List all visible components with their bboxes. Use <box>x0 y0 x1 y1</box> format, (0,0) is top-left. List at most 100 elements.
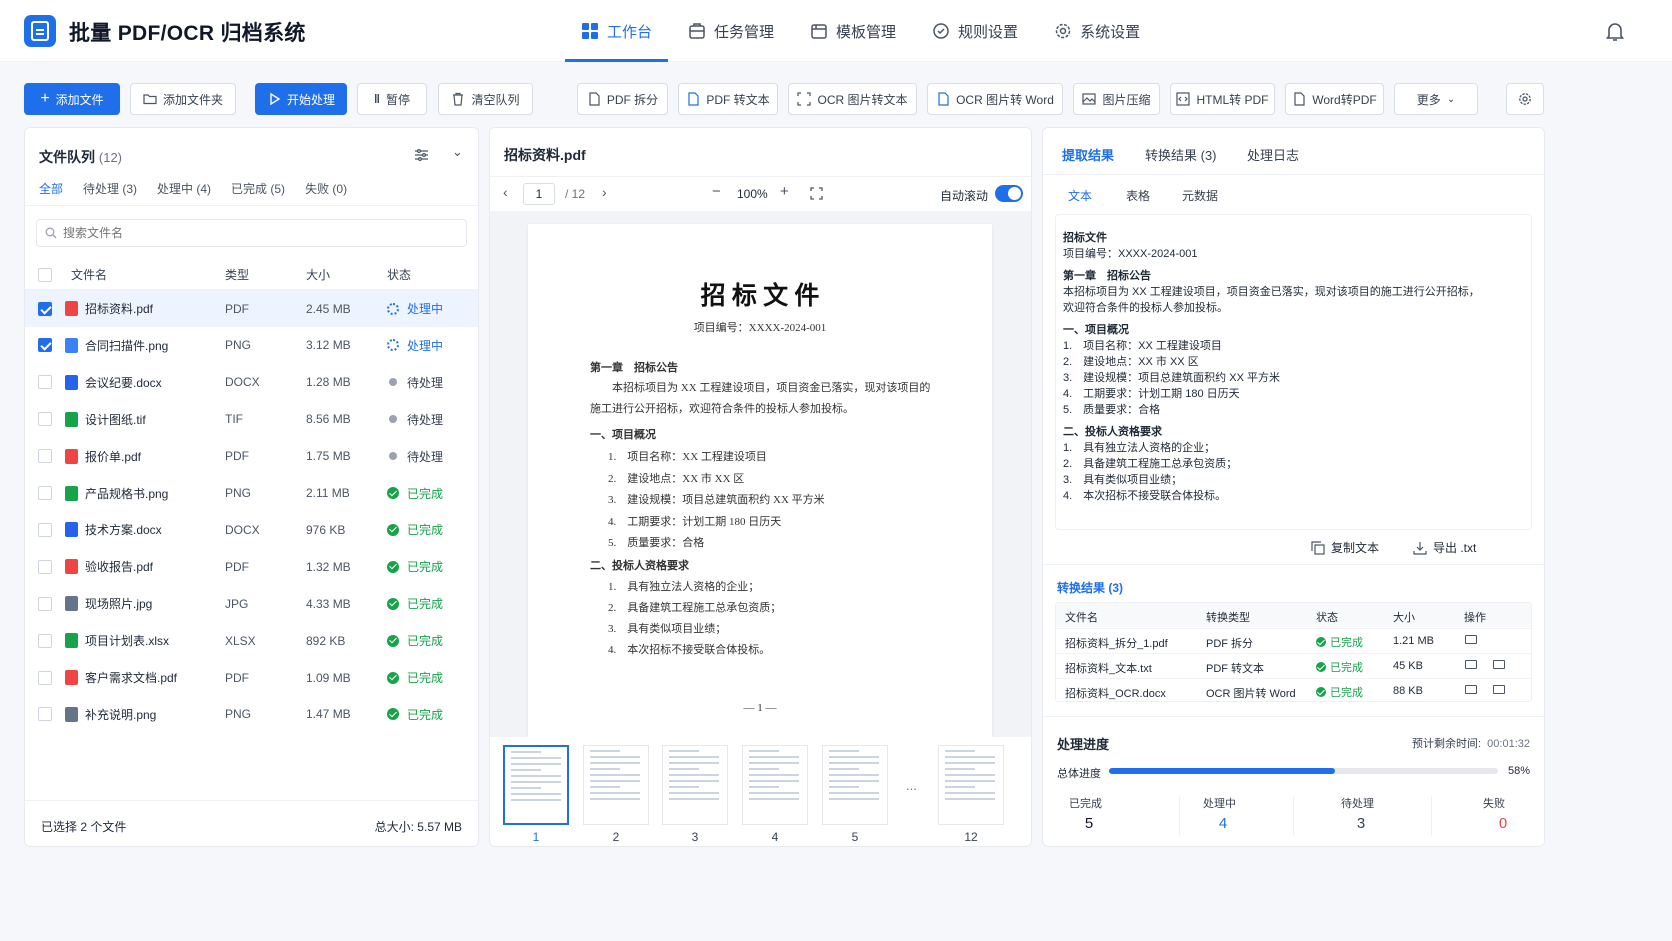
ocr-to-text-button[interactable]: OCR 图片转文本 <box>788 83 917 115</box>
start-button[interactable]: 开始处理 <box>255 83 347 115</box>
ocr-to-word-button[interactable]: OCR 图片转 Word <box>927 83 1063 115</box>
open-folder-icon[interactable] <box>1465 635 1477 644</box>
open-folder-icon[interactable] <box>1465 685 1477 694</box>
image-compress-button[interactable]: 图片压缩 <box>1073 83 1160 115</box>
row-checkbox[interactable] <box>38 375 52 390</box>
table-row[interactable]: 项目计划表.xlsx XLSX 892 KB 已完成 <box>25 622 478 659</box>
stat-divider <box>1179 796 1180 836</box>
page-thumbnail[interactable] <box>503 745 569 825</box>
nav-templates[interactable]: 模板管理 <box>794 0 912 62</box>
table-row[interactable]: 合同扫描件.png PNG 3.12 MB 处理中 <box>25 327 478 364</box>
word-to-pdf-button[interactable]: Word转PDF <box>1285 83 1384 115</box>
table-row[interactable]: 产品规格书.png PNG 2.11 MB 已完成 <box>25 475 478 512</box>
sub-tab[interactable]: 文本 <box>1068 187 1092 204</box>
table-row[interactable]: 现场照片.jpg JPG 4.33 MB 已完成 <box>25 585 478 622</box>
check-circle-icon <box>387 671 399 684</box>
nav-tasks[interactable]: 任务管理 <box>672 0 790 62</box>
select-all-checkbox[interactable] <box>38 267 52 282</box>
page-viewport[interactable]: 招 标 文 件 项目编号：XXXX-2024-001 第一章 招标公告 本招标项… <box>490 211 1031 737</box>
html-to-pdf-button[interactable]: HTML转 PDF <box>1170 83 1275 115</box>
thumb-line <box>749 798 799 800</box>
table-row[interactable]: 验收报告.pdf PDF 1.32 MB 已完成 <box>25 548 478 585</box>
search-box[interactable] <box>36 219 467 247</box>
row-checkbox[interactable] <box>38 486 52 500</box>
pause-button[interactable]: ‖ 暂停 <box>357 83 427 115</box>
more-dropdown[interactable]: 更多 ⌄ <box>1394 83 1478 115</box>
pdf-split-button[interactable]: PDF 拆分 <box>577 83 668 115</box>
thumb-line <box>749 750 779 752</box>
clear-queue-button[interactable]: 清空队列 <box>438 83 533 115</box>
folder-icon[interactable] <box>1493 660 1505 669</box>
pdf-to-text-button[interactable]: PDF 转文本 <box>678 83 778 115</box>
table-row[interactable]: 客户需求文档.pdf PDF 1.09 MB 已完成 <box>25 659 478 696</box>
nav-workbench[interactable]: 工作台 <box>565 0 669 62</box>
nav-rules[interactable]: 规则设置 <box>916 0 1034 62</box>
queue-tab[interactable]: 全部 <box>39 180 63 197</box>
row-checkbox[interactable] <box>38 596 52 611</box>
queue-tab[interactable]: 已完成 (5) <box>231 180 285 197</box>
nav-label: 规则设置 <box>958 23 1019 41</box>
zoom-out-icon[interactable]: − <box>712 183 721 200</box>
copy-text-button[interactable]: 复制文本 <box>1311 539 1379 556</box>
result-tab[interactable]: 处理日志 <box>1247 145 1299 164</box>
thumb-line <box>749 780 799 782</box>
queue-tab[interactable]: 处理中 (4) <box>157 180 211 197</box>
doc-list-item: 2. 建设地点：XX 市 XX 区 <box>608 472 745 485</box>
row-checkbox[interactable] <box>38 670 52 685</box>
folder-icon[interactable] <box>1493 685 1505 694</box>
table-row[interactable]: 招标资料.pdf PDF 2.45 MB 处理中 <box>25 290 478 327</box>
grid-icon <box>582 23 598 39</box>
table-row[interactable]: 补充说明.png PNG 1.47 MB 已完成 <box>25 696 478 733</box>
page-thumbnail[interactable] <box>742 745 808 825</box>
collapse-chevron-icon[interactable]: ⌄ <box>452 144 463 160</box>
table-row[interactable]: 设计图纸.tif TIF 8.56 MB 待处理 <box>25 401 478 438</box>
page-thumbnail[interactable] <box>583 745 649 825</box>
add-file-label: 添加文件 <box>55 92 104 107</box>
row-checkbox[interactable] <box>38 412 52 427</box>
row-checkbox[interactable] <box>38 522 52 537</box>
page-thumbnail[interactable] <box>822 745 888 825</box>
file-type: XLSX <box>225 633 256 648</box>
row-checkbox[interactable] <box>38 301 52 316</box>
extracted-text-box[interactable]: 招标文件 项目编号：XXXX-2024-001 第一章 招标公告 本招标项目为 XX … <box>1055 214 1532 530</box>
file-type: PNG <box>225 707 252 722</box>
add-file-button[interactable]: + 添加文件 <box>24 83 120 115</box>
page-thumbnail[interactable] <box>662 745 728 825</box>
fullscreen-icon[interactable] <box>810 187 823 200</box>
table-row[interactable]: 会议纪要.docx DOCX 1.28 MB 待处理 <box>25 364 478 401</box>
filter-icon[interactable] <box>414 148 429 162</box>
queue-tab[interactable]: 待处理 (3) <box>83 180 137 197</box>
queue-tab[interactable]: 失败 (0) <box>305 180 347 197</box>
auto-scroll-toggle[interactable] <box>995 185 1023 202</box>
row-checkbox[interactable] <box>38 633 52 648</box>
export-txt-button[interactable]: 导出 .txt <box>1413 539 1476 556</box>
next-page-icon[interactable]: › <box>602 184 607 200</box>
row-checkbox[interactable] <box>38 707 52 722</box>
text-line: 3. 具有类似项目业绩； <box>1063 474 1183 486</box>
thumbnail-number: 2 <box>612 830 620 844</box>
file-type: DOCX <box>225 522 260 537</box>
prev-page-icon[interactable]: ‹ <box>503 184 508 200</box>
row-checkbox[interactable] <box>38 338 52 353</box>
row-checkbox[interactable] <box>38 449 52 464</box>
nav-settings[interactable]: 系统设置 <box>1038 0 1156 62</box>
row-checkbox[interactable] <box>38 559 52 574</box>
table-row[interactable]: 技术方案.docx DOCX 976 KB 已完成 <box>25 511 478 548</box>
toolbar-settings-button[interactable] <box>1506 83 1544 115</box>
result-tab[interactable]: 转换结果 (3) <box>1145 145 1217 164</box>
sub-tab[interactable]: 表格 <box>1126 187 1150 204</box>
bell-icon[interactable] <box>1604 20 1626 42</box>
doc-list-item: 4. 本次招标不接受联合体投标。 <box>608 644 771 656</box>
open-folder-icon[interactable] <box>1465 660 1477 669</box>
page-thumbnail[interactable] <box>938 745 1004 825</box>
stat-value: 5 <box>1084 815 1094 832</box>
search-input[interactable] <box>63 226 466 240</box>
page-input[interactable]: 1 <box>523 183 555 205</box>
zoom-in-icon[interactable]: + <box>780 183 789 200</box>
add-folder-button[interactable]: 添加文件夹 <box>130 83 236 115</box>
conv-status: 已完成 <box>1316 684 1363 700</box>
sub-tab[interactable]: 元数据 <box>1182 187 1218 204</box>
result-tab[interactable]: 提取结果 <box>1062 145 1114 164</box>
col-size: 大小 <box>306 268 331 282</box>
table-row[interactable]: 报价单.pdf PDF 1.75 MB 待处理 <box>25 438 478 475</box>
